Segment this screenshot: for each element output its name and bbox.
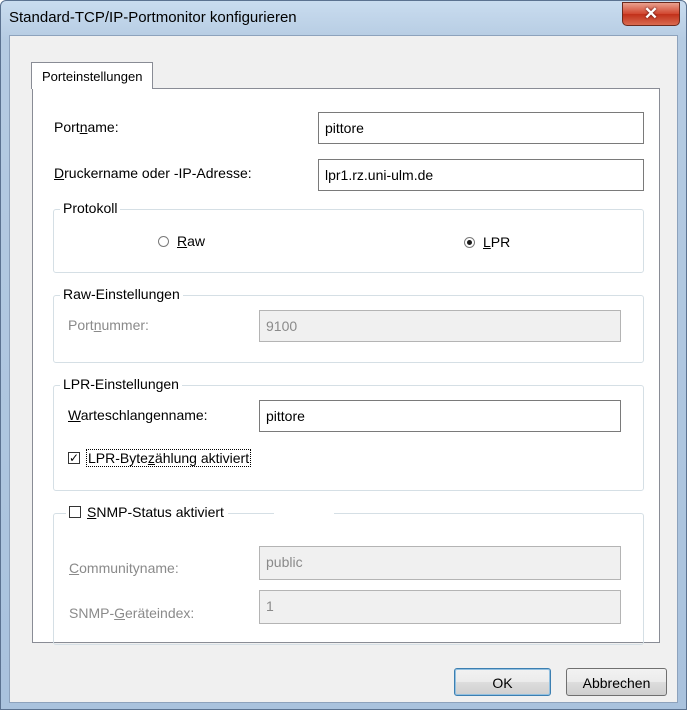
radio-raw-label: Raw: [177, 233, 206, 249]
host-input[interactable]: lpr1.rz.uni-ulm.de: [318, 159, 644, 191]
queue-name-label: Warteschlangenname:: [68, 407, 208, 423]
queue-name-input[interactable]: pittore: [259, 400, 621, 432]
community-name-label: Communityname:: [69, 560, 179, 576]
title-bar[interactable]: Standard-TCP/IP-Portmonitor konfiguriere…: [1, 1, 686, 35]
ok-button[interactable]: OK: [454, 668, 551, 696]
protocol-group-title: Protokoll: [60, 200, 121, 216]
radio-lpr-indicator[interactable]: [464, 236, 475, 248]
protocol-group: Protokoll Raw LPR: [53, 200, 644, 273]
community-name-input[interactable]: public: [259, 546, 621, 580]
snmp-status-box[interactable]: [69, 506, 81, 518]
lpr-settings-title: LPR-Einstellungen: [60, 376, 182, 392]
host-label: Druckername oder -IP-Adresse:: [54, 165, 252, 181]
port-number-label: Portnummer:: [68, 317, 149, 333]
lpr-bytecount-checkbox[interactable]: ✓ LPR-Bytezählung aktiviert: [68, 449, 252, 467]
port-number-input[interactable]: 9100: [259, 310, 621, 342]
port-name-input[interactable]: pittore: [318, 112, 644, 144]
snmp-group: SNMP-Status aktiviert Communityname: pub…: [53, 504, 644, 645]
window-title: Standard-TCP/IP-Portmonitor konfiguriere…: [9, 9, 297, 26]
raw-settings-title: Raw-Einstellungen: [60, 286, 183, 302]
raw-settings-group: Raw-Einstellungen Portnummer: 9100: [53, 286, 644, 363]
cancel-button[interactable]: Abbrechen: [566, 668, 667, 696]
close-icon: ✕: [643, 4, 659, 23]
radio-raw-indicator[interactable]: [158, 235, 169, 247]
radio-lpr[interactable]: LPR: [464, 234, 510, 250]
radio-raw[interactable]: Raw: [158, 233, 205, 249]
snmp-status-checkbox[interactable]: SNMP-Status aktiviert: [66, 504, 228, 520]
dialog-client-area: Porteinstellungen Portname: pittore Druc…: [9, 35, 678, 703]
group-border-gap: [274, 513, 334, 515]
tab-porteinstellungen[interactable]: Porteinstellungen: [31, 62, 154, 89]
close-button[interactable]: ✕: [622, 2, 680, 26]
port-name-label: Portname:: [54, 119, 119, 135]
device-index-label: SNMP-Geräteindex:: [69, 605, 195, 621]
tab-panel: Portname: pittore Druckername oder -IP-A…: [32, 88, 660, 645]
checkmark-icon[interactable]: ✓: [68, 452, 80, 464]
snmp-status-label: SNMP-Status aktiviert: [87, 504, 224, 520]
radio-lpr-label: LPR: [483, 234, 511, 250]
dialog-window: Standard-TCP/IP-Portmonitor konfiguriere…: [0, 0, 687, 710]
device-index-input[interactable]: 1: [259, 590, 621, 624]
lpr-bytecount-label: LPR-Bytezählung aktiviert: [86, 449, 252, 467]
lpr-settings-group: LPR-Einstellungen Warteschlangenname: pi…: [53, 376, 644, 491]
